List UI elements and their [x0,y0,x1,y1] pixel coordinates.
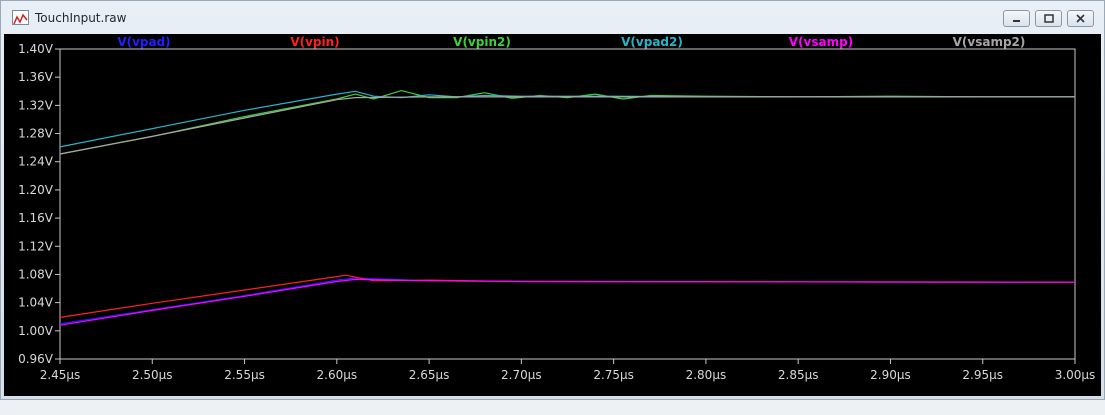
waveform-chart[interactable]: 0.96V 1.00V 1.04V 1.08V 1.12V 1.16V 1.20V 1.24V… [4,34,1101,396]
maximize-button[interactable] [1035,10,1062,27]
close-icon [1068,11,1093,26]
x-tick-label: 2.70µs [501,368,542,382]
legend-v-vpad-[interactable]: V(vpad) [117,35,170,49]
window-title: TouchInput.raw [35,11,127,25]
x-tick-label: 2.65µs [409,368,450,382]
series-line-v-vpad2- [59,90,1075,148]
legend-v-vpin-[interactable]: V(vpin) [290,35,339,49]
x-tick-label: 2.95µs [962,368,1003,382]
plot-area[interactable]: 0.96V 1.00V 1.04V 1.08V 1.12V 1.16V 1.20V 1.24V… [4,34,1101,396]
x-tick-label: 2.50µs [132,368,173,382]
y-tick-label: 1.08V [18,267,54,281]
legend-v-vpin2-[interactable]: V(vpin2) [453,35,511,49]
y-tick-label: 1.40V [18,42,54,56]
title-bar[interactable]: TouchInput.raw [1,1,1104,35]
bottom-strip [0,400,1105,415]
y-tick-label: 0.96V [18,352,54,366]
waveform-window: TouchInput.raw 0.96V 1.00V 1.04V 1.08V 1.12V… [0,0,1105,400]
y-tick-label: 1.32V [18,98,54,112]
y-tick-label: 1.36V [18,70,54,84]
x-tick-label: 2.85µs [778,368,819,382]
legend-v-vpad2-[interactable]: V(vpad2) [621,35,683,49]
y-tick-label: 1.00V [18,324,54,338]
series-line-v-vpin2- [59,89,1075,155]
y-tick-label: 1.20V [18,183,54,197]
x-tick-label: 2.60µs [317,368,358,382]
plot-frame [59,48,1076,360]
legend-v-vsamp-[interactable]: V(vsamp) [789,35,853,49]
series-line-v-vsamp2- [59,96,1075,155]
x-tick-label: 2.45µs [40,368,81,382]
y-tick-label: 1.12V [18,239,54,253]
close-button[interactable] [1067,10,1094,27]
y-tick-label: 1.28V [18,127,54,141]
minimize-button[interactable] [1003,10,1030,27]
x-tick-label: 2.75µs [593,368,634,382]
x-tick-label: 2.90µs [870,368,911,382]
x-tick-label: 2.55µs [224,368,265,382]
minimize-icon [1004,11,1029,26]
y-tick-label: 1.16V [18,211,54,225]
y-tick-label: 1.24V [18,155,54,169]
x-tick-label: 2.80µs [686,368,727,382]
y-tick-label: 1.04V [18,296,54,310]
x-tick-label: 3.00µs [1055,368,1096,382]
waveform-icon [12,10,29,25]
legend-v-vsamp2-[interactable]: V(vsamp2) [953,35,1026,49]
series-line-v-vsamp- [59,278,1076,326]
maximize-icon [1036,11,1061,26]
